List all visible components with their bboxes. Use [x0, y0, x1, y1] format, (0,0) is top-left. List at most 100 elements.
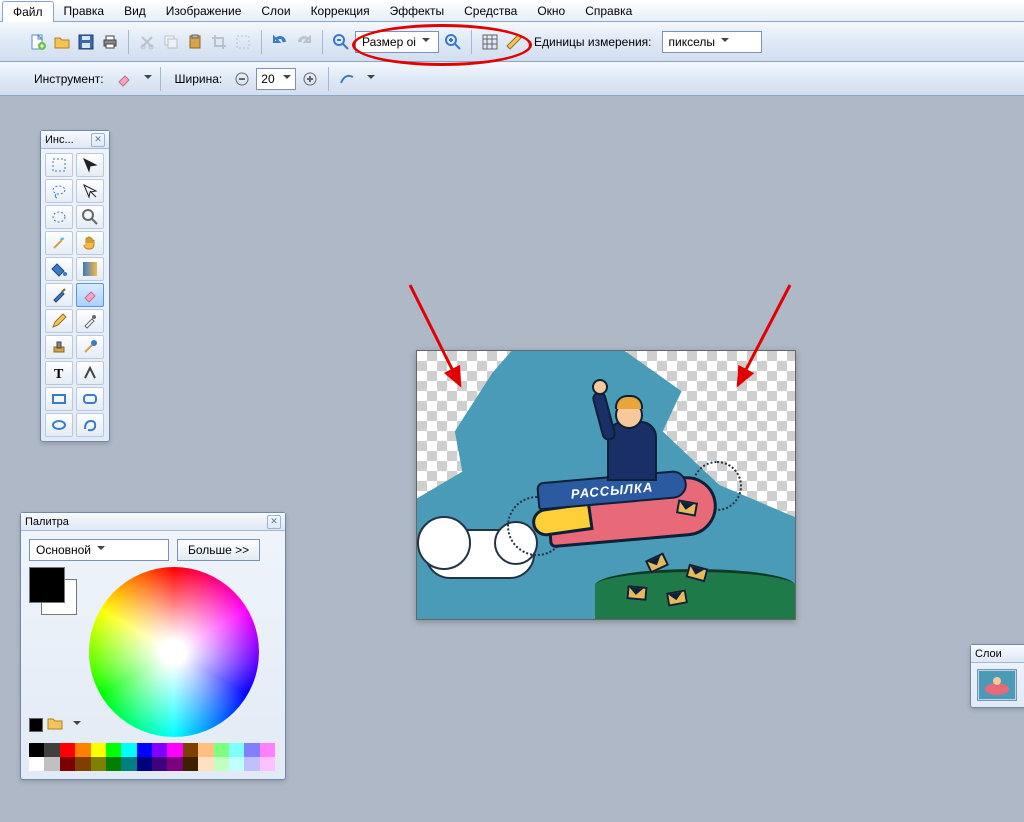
swatch[interactable]	[106, 757, 121, 771]
zoom-in-icon[interactable]	[443, 32, 463, 52]
menu-tools[interactable]: Средства	[454, 1, 527, 21]
swatch[interactable]	[167, 743, 182, 757]
swatch[interactable]	[214, 757, 229, 771]
tool-zoom[interactable]	[76, 205, 104, 229]
swatch[interactable]	[229, 757, 244, 771]
palette-mode-combo[interactable]: Основной	[29, 539, 169, 561]
copy-icon[interactable]	[161, 32, 181, 52]
tool-pan[interactable]	[76, 231, 104, 255]
save-icon[interactable]	[76, 32, 96, 52]
fg-swatch[interactable]	[29, 567, 65, 603]
tool-ellipse[interactable]	[45, 413, 73, 437]
crop-icon[interactable]	[209, 32, 229, 52]
tool-text[interactable]: T	[45, 361, 73, 385]
color-wheel[interactable]	[89, 567, 259, 737]
tool-brush[interactable]	[45, 283, 73, 307]
zoom-level-combo[interactable]: Размер оі	[355, 31, 439, 53]
swatch-row[interactable]	[29, 743, 275, 771]
menu-edit[interactable]: Правка	[54, 1, 115, 21]
tool-magic-wand[interactable]	[45, 231, 73, 255]
width-decrease-icon[interactable]	[232, 69, 252, 89]
swatch[interactable]	[29, 743, 44, 757]
tool-move-selection[interactable]	[76, 179, 104, 203]
swatch[interactable]	[60, 743, 75, 757]
layers-panel-header[interactable]: Слои	[971, 645, 1024, 663]
tool-roundrect[interactable]	[76, 387, 104, 411]
palette-folder-icon[interactable]	[47, 715, 63, 734]
grid-icon[interactable]	[480, 32, 500, 52]
undo-icon[interactable]	[270, 32, 290, 52]
menu-image[interactable]: Изображение	[156, 1, 252, 21]
new-file-icon[interactable]	[28, 32, 48, 52]
swatch[interactable]	[91, 757, 106, 771]
palette-panel-header[interactable]: Палитра ✕	[21, 513, 285, 531]
palette-more-button[interactable]: Больше >>	[177, 539, 260, 561]
tool-dropdown-icon[interactable]	[138, 72, 152, 86]
tool-freeform[interactable]	[76, 413, 104, 437]
ruler-icon[interactable]	[504, 32, 524, 52]
swatch[interactable]	[244, 757, 259, 771]
menu-adjust[interactable]: Коррекция	[301, 1, 380, 21]
document-canvas[interactable]: РАССЫЛКА	[416, 350, 796, 620]
swatch[interactable]	[106, 743, 121, 757]
tool-gradient[interactable]	[76, 257, 104, 281]
mini-black-swatch[interactable]	[29, 718, 43, 732]
swatch[interactable]	[229, 743, 244, 757]
tool-shapes[interactable]	[76, 361, 104, 385]
swatch[interactable]	[214, 743, 229, 757]
palette-folder-dropdown[interactable]	[67, 718, 81, 732]
swatch[interactable]	[75, 743, 90, 757]
tool-pencil[interactable]	[45, 309, 73, 333]
tool-clone[interactable]	[45, 335, 73, 359]
tool-move[interactable]	[76, 153, 104, 177]
swatch[interactable]	[121, 757, 136, 771]
swatch[interactable]	[152, 757, 167, 771]
swatch[interactable]	[183, 757, 198, 771]
panel-close-icon[interactable]: ✕	[91, 133, 105, 147]
paste-icon[interactable]	[185, 32, 205, 52]
menu-view[interactable]: Вид	[114, 1, 156, 21]
panel-close-icon[interactable]: ✕	[267, 515, 281, 529]
swatch[interactable]	[121, 743, 136, 757]
swatch[interactable]	[29, 757, 44, 771]
swatch[interactable]	[60, 757, 75, 771]
tool-ellipse-select[interactable]	[45, 205, 73, 229]
tool-eyedropper[interactable]	[76, 309, 104, 333]
swatch[interactable]	[91, 743, 106, 757]
cut-icon[interactable]	[137, 32, 157, 52]
swatch[interactable]	[44, 743, 59, 757]
swatch[interactable]	[260, 757, 275, 771]
tool-rect[interactable]	[45, 387, 73, 411]
swatch[interactable]	[44, 757, 59, 771]
tool-recolor[interactable]	[76, 335, 104, 359]
antialias-dropdown-icon[interactable]	[361, 72, 375, 86]
swatch[interactable]	[183, 743, 198, 757]
deselect-icon[interactable]	[233, 32, 253, 52]
swatch[interactable]	[198, 757, 213, 771]
swatch[interactable]	[75, 757, 90, 771]
brush-width-field[interactable]: 20	[256, 68, 296, 90]
units-combo[interactable]: пикселы	[662, 31, 762, 53]
zoom-out-icon[interactable]	[331, 32, 351, 52]
menu-window[interactable]: Окно	[527, 1, 575, 21]
tool-bucket[interactable]	[45, 257, 73, 281]
swatch[interactable]	[198, 743, 213, 757]
menu-layers[interactable]: Слои	[251, 1, 300, 21]
swatch[interactable]	[152, 743, 167, 757]
redo-icon[interactable]	[294, 32, 314, 52]
menu-file[interactable]: Файл	[2, 1, 54, 22]
swatch[interactable]	[137, 757, 152, 771]
swatch[interactable]	[244, 743, 259, 757]
current-tool-eraser-icon[interactable]	[114, 69, 134, 89]
tool-eraser[interactable]	[76, 283, 104, 307]
layer-thumbnail[interactable]	[977, 669, 1017, 701]
antialias-icon[interactable]	[337, 69, 357, 89]
width-increase-icon[interactable]	[300, 69, 320, 89]
menu-effects[interactable]: Эффекты	[380, 1, 455, 21]
swatch[interactable]	[137, 743, 152, 757]
print-icon[interactable]	[100, 32, 120, 52]
tool-rect-select[interactable]	[45, 153, 73, 177]
tool-lasso[interactable]	[45, 179, 73, 203]
menu-help[interactable]: Справка	[575, 1, 642, 21]
swatch[interactable]	[167, 757, 182, 771]
